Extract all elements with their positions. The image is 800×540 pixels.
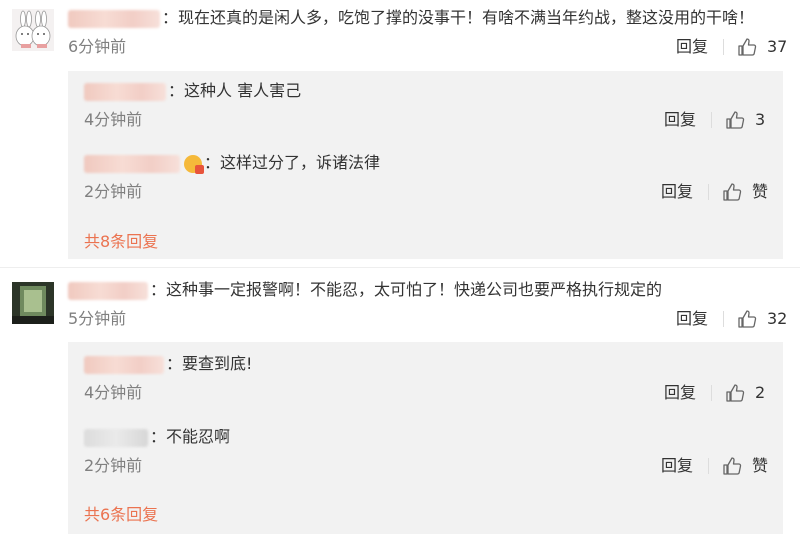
username-blurred[interactable] [68,9,160,28]
reply-text-line: ：不能忍啊 [84,427,230,447]
view-more-replies-link[interactable]: 共6条回复 [84,501,158,525]
reply-button[interactable]: 回复 [676,308,708,330]
photo-avatar-icon [12,282,54,324]
reply-text: 不能忍啊 [166,427,231,446]
reply-text-line: ：这种人 害人害己 [84,81,301,101]
comment-text: 现在还真的是闲人多，吃饱了撑的没事干！有啥不满当年约战，整这没用的干啥！ [178,8,755,27]
like-label: 赞 [752,182,769,201]
reply-time: 4分钟前 [84,383,143,402]
reply-text-line: ：要查到底! [84,354,252,374]
reply-meta: 4分钟前 回复 2 [84,382,783,404]
divider [711,112,712,128]
comment-text: 这种事一定报警啊！不能忍，太可怕了！快递公司也要严格执行规定的 [166,280,663,299]
thumbs-up-icon [726,111,745,129]
divider [711,385,712,401]
username-blurred[interactable] [84,428,148,447]
emoji-badge-icon [184,154,204,174]
bunny-avatar-icon [12,9,54,51]
thumbs-up-icon [726,384,745,402]
reply-list: ：这种人 害人害己 4分钟前 回复 3 ：这样过分了，诉诸法律 2分钟前 回复 [68,71,783,259]
comment-item: ：现在还真的是闲人多，吃饱了撑的没事干！有啥不满当年约战，整这没用的干啥！ 6分… [0,0,800,268]
reply-button[interactable]: 回复 [661,455,693,477]
reply-button[interactable]: 回复 [664,109,696,131]
like-count: 32 [767,309,788,328]
username-blurred[interactable] [84,355,164,374]
like-count: 2 [755,383,766,402]
comment-text-line: ：现在还真的是闲人多，吃饱了撑的没事干！有啥不满当年约战，整这没用的干啥！ [68,8,754,28]
thumbs-up-icon [723,457,742,475]
username-blurred[interactable] [68,281,148,300]
divider [723,39,724,55]
reply-time: 2分钟前 [84,456,143,475]
view-more-replies-link[interactable]: 共8条回复 [84,228,158,252]
username-blurred[interactable] [84,82,166,101]
reply-time: 2分钟前 [84,182,143,201]
thumbs-up-icon [738,38,757,56]
divider [708,458,709,474]
like-button[interactable]: 赞 [722,455,768,477]
comment-time: 5分钟前 [68,309,127,328]
thumbs-up-icon [738,310,757,328]
reply-time: 4分钟前 [84,110,143,129]
like-label: 赞 [752,456,769,475]
like-button[interactable]: 2 [725,382,765,404]
reply-meta: 2分钟前 回复 赞 [84,455,783,477]
comment-time: 6分钟前 [68,37,127,56]
reply-text-line: ：这样过分了，诉诸法律 [84,153,381,174]
reply-button[interactable]: 回复 [664,382,696,404]
comment-text-line: ：这种事一定报警啊！不能忍，太可怕了！快递公司也要严格执行规定的 [68,280,662,300]
reply-text: 这样过分了，诉诸法律 [220,153,381,172]
username-blurred[interactable] [84,154,180,173]
like-button[interactable]: 32 [737,308,787,330]
like-button[interactable]: 3 [725,109,765,131]
comment-meta: 6分钟前 回复 37 [68,36,800,58]
like-button[interactable]: 37 [737,36,787,58]
avatar[interactable] [12,282,54,324]
comment-item: ：这种事一定报警啊！不能忍，太可怕了！快递公司也要严格执行规定的 5分钟前 回复… [0,268,800,540]
reply-meta: 4分钟前 回复 3 [84,109,783,131]
reply-text: 这种人 害人害己 [184,81,302,100]
avatar[interactable] [12,9,54,51]
divider [723,311,724,327]
reply-button[interactable]: 回复 [676,36,708,58]
thumbs-up-icon [723,183,742,201]
like-count: 37 [767,37,788,56]
comment-meta: 5分钟前 回复 32 [68,308,800,330]
like-count: 3 [755,110,766,129]
reply-button[interactable]: 回复 [661,181,693,203]
reply-meta: 2分钟前 回复 赞 [84,181,783,203]
divider [708,184,709,200]
like-button[interactable]: 赞 [722,181,768,203]
reply-text: 要查到底! [182,354,253,373]
reply-list: ：要查到底! 4分钟前 回复 2 ：不能忍啊 2分钟前 回复 赞 共6条回复 [68,342,783,534]
